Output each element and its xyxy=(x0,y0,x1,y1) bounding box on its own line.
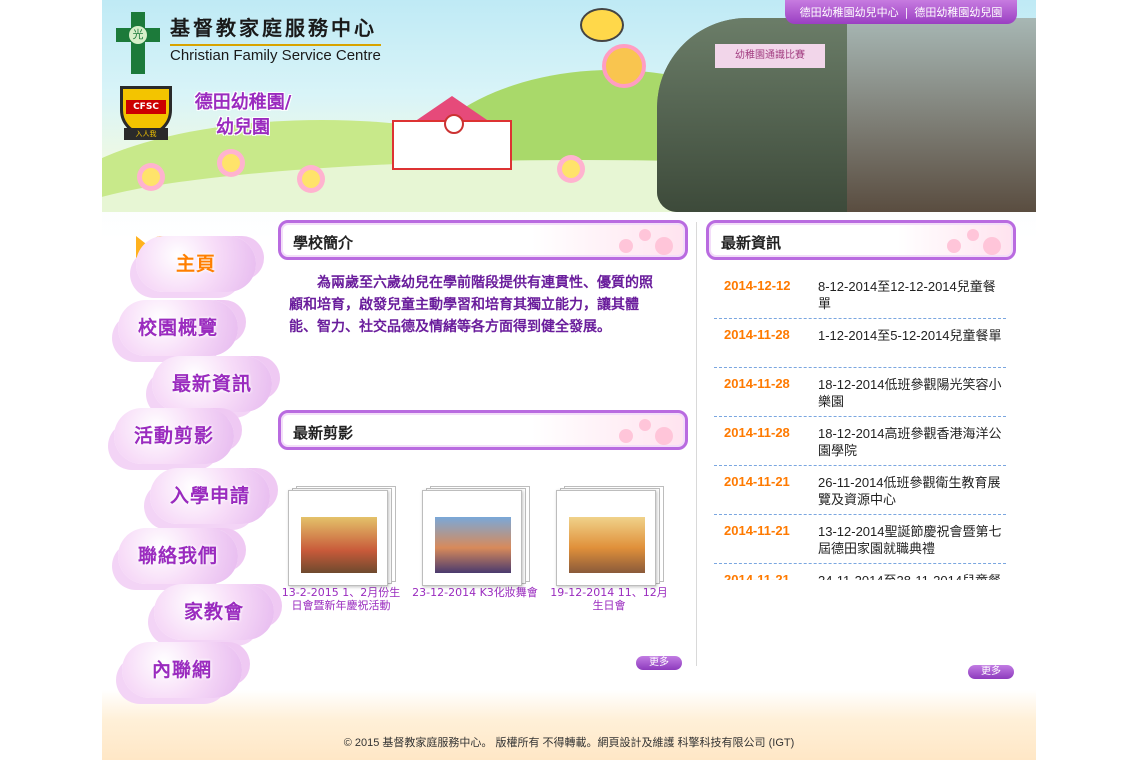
album-caption[interactable]: 19-12-2014 11、12月生日會 xyxy=(546,586,672,612)
news-link[interactable]: 26-11-2014低班參觀衛生教育展覽及資源中心 xyxy=(818,474,1006,508)
photo-stack[interactable] xyxy=(554,486,664,586)
nav-item-intranet[interactable]: 內聯網 xyxy=(122,642,242,698)
news-item[interactable]: 2014-11-21 13-12-2014聖誕節慶祝會暨第七屆德田家園就職典禮 xyxy=(714,515,1006,564)
flower-decoration-icon xyxy=(617,227,677,257)
banner-sign: 幼稚園通識比賽 xyxy=(715,44,825,68)
news-item[interactable]: 2014-11-28 18-12-2014高班參觀香港海洋公園學院 xyxy=(714,417,1006,466)
news-header: 最新資訊 xyxy=(706,220,1016,260)
school-name: 德田幼稚園/ 幼兒園 xyxy=(194,92,292,138)
news-date: 2014-11-21 xyxy=(724,474,790,489)
news-more-button[interactable]: 更多 xyxy=(968,665,1014,679)
news-item[interactable]: 2014-11-28 18-12-2014低班參觀陽光笑容小樂園 xyxy=(714,368,1006,417)
nav-item-pta[interactable]: 家教會 xyxy=(154,584,274,640)
news-item[interactable]: 2014-11-21 24-11-2014至28-11-2014兒童餐單 xyxy=(714,564,1006,580)
news-date: 2014-12-12 xyxy=(724,278,791,293)
album-item[interactable]: 13-2-2015 1、2月份生日會暨新年慶祝活動 xyxy=(278,486,404,612)
intro-title: 學校簡介 xyxy=(293,234,354,252)
sidebar-nav: 主頁 校園概覽 最新資訊 活動剪影 入學申請 聯絡我們 家教會 內聯網 xyxy=(102,212,277,702)
news-date: 2014-11-28 xyxy=(724,425,790,440)
cfsc-badge-icon: CFSC 入人我 xyxy=(120,86,172,142)
intro-text: 為兩歲至六歲幼兒在學前階段提供有連貫性、優質的照顧和培育，啟發兒童主動學習和培育… xyxy=(289,275,653,335)
nav-item-home[interactable]: 主頁 xyxy=(136,236,256,292)
news-date: 2014-11-28 xyxy=(724,376,790,391)
news-date: 2014-11-21 xyxy=(724,523,790,538)
column-divider xyxy=(696,222,697,666)
album-header: 最新剪影 xyxy=(278,410,688,450)
news-item[interactable]: 2014-11-28 1-12-2014至5-12-2014兒童餐單 xyxy=(714,319,1006,368)
news-item[interactable]: 2014-12-12 8-12-2014至12-12-2014兒童餐單 xyxy=(714,270,1006,319)
flower-icon xyxy=(562,160,580,178)
nav-item-campus-overview[interactable]: 校園概覽 xyxy=(118,300,238,356)
sunflower-icon xyxy=(602,44,646,88)
news-link[interactable]: 18-12-2014低班參觀陽光笑容小樂園 xyxy=(818,376,1006,410)
news-link[interactable]: 18-12-2014高班參觀香港海洋公園學院 xyxy=(818,425,1006,459)
banner-photo: 幼稚園通識比賽 xyxy=(657,18,1036,212)
news-title: 最新資訊 xyxy=(721,234,782,252)
album-caption[interactable]: 13-2-2015 1、2月份生日會暨新年慶祝活動 xyxy=(278,586,404,612)
album-caption[interactable]: 23-12-2014 K3化妝舞會 xyxy=(412,586,538,599)
org-logo[interactable]: 光 基督教家庭服務中心 Christian Family Service Cen… xyxy=(116,12,381,74)
nav-item-admission[interactable]: 入學申請 xyxy=(150,468,270,524)
flower-icon xyxy=(222,154,240,172)
album-item[interactable]: 23-12-2014 K3化妝舞會 xyxy=(412,486,538,599)
intro-header: 學校簡介 xyxy=(278,220,688,260)
album-more-button[interactable]: 更多 xyxy=(636,656,682,670)
top-link-kindergarten-centre[interactable]: 德田幼稚園幼兒中心 xyxy=(800,4,899,20)
page: 幼稚園通識比賽 德田幼稚園幼兒中心 | 德田幼稚園幼兒園 光 基督教家庭服務中心… xyxy=(102,0,1036,760)
top-link-kindergarten[interactable]: 德田幼稚園幼兒園 xyxy=(914,4,1002,20)
news-link[interactable]: 1-12-2014至5-12-2014兒童餐單 xyxy=(818,327,1006,344)
nav-item-latest-news[interactable]: 最新資訊 xyxy=(152,356,272,412)
cross-logo-icon: 光 xyxy=(116,12,160,74)
news-list: 2014-12-12 8-12-2014至12-12-2014兒童餐單 2014… xyxy=(714,270,1006,580)
flower-decoration-icon xyxy=(617,417,677,447)
news-item[interactable]: 2014-11-21 26-11-2014低班參觀衛生教育展覽及資源中心 xyxy=(714,466,1006,515)
news-link[interactable]: 8-12-2014至12-12-2014兒童餐單 xyxy=(818,278,1006,312)
news-link[interactable]: 24-11-2014至28-11-2014兒童餐單 xyxy=(818,572,1006,580)
org-name-zh: 基督教家庭服務中心 xyxy=(170,16,377,40)
photo-stack[interactable] xyxy=(286,486,396,586)
flower-decoration-icon xyxy=(945,227,1005,257)
news-link[interactable]: 13-12-2014聖誕節慶祝會暨第七屆德田家園就職典禮 xyxy=(818,523,1006,557)
flower-icon xyxy=(142,168,160,186)
org-name-en: Christian Family Service Centre xyxy=(170,44,381,64)
photo-stack[interactable] xyxy=(420,486,530,586)
album-item[interactable]: 19-12-2014 11、12月生日會 xyxy=(546,486,672,612)
banner: 幼稚園通識比賽 德田幼稚園幼兒中心 | 德田幼稚園幼兒園 光 基督教家庭服務中心… xyxy=(102,0,1036,212)
flower-icon xyxy=(302,170,320,188)
album-title: 最新剪影 xyxy=(293,424,354,442)
news-date: 2014-11-21 xyxy=(724,572,790,580)
school-building-icon xyxy=(392,96,512,170)
bee-icon xyxy=(580,8,624,42)
footer-copyright: © 2015 基督教家庭服務中心。 版權所有 不得轉載。網頁設計及維護 科擎科技… xyxy=(343,737,795,749)
nav-item-contact-us[interactable]: 聯絡我們 xyxy=(118,528,238,584)
top-links-bar: 德田幼稚園幼兒中心 | 德田幼稚園幼兒園 xyxy=(785,0,1017,24)
news-date: 2014-11-28 xyxy=(724,327,790,342)
top-link-separator: | xyxy=(904,5,909,19)
nav-item-activity-photos[interactable]: 活動剪影 xyxy=(114,408,234,464)
